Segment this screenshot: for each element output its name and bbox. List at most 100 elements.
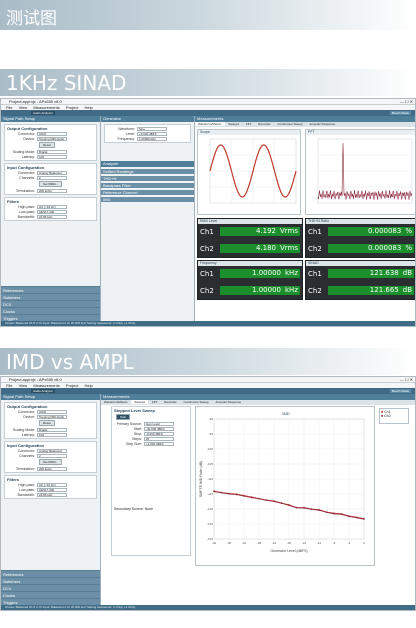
channels-select[interactable]: 2 (37, 453, 67, 458)
input-config-group: Input Configuration Connector: Analog Bal… (4, 163, 97, 195)
ch2-label: Ch2 (308, 287, 322, 295)
tab-acoustic-response[interactable]: Acoustic Response (307, 122, 339, 126)
mode-button[interactable]: Audio Analyzer (31, 389, 56, 393)
sinad-meter: SINAD Ch1 121.638 dB Ch2 121.665 dB (305, 260, 415, 300)
section-bandpass[interactable]: Bandpass Filter (101, 183, 194, 188)
x-tick-label: -32 (242, 541, 247, 545)
scaling-mode-select[interactable]: Digital (37, 427, 67, 432)
lowpass-select[interactable]: AES17-20k (37, 209, 67, 214)
waveform-select[interactable]: Sine (137, 126, 167, 131)
nav-clocks[interactable]: Clocks (1, 591, 100, 598)
stop-field[interactable]: -0.000 dBFS (144, 431, 174, 436)
x-tick-label: -12 (317, 541, 322, 545)
section-thdn[interactable]: THD+N (101, 176, 194, 181)
nav-references[interactable]: References (1, 570, 100, 577)
thdn-ch1-value: 0.000083% (328, 227, 414, 236)
start-field[interactable]: -40.000 dBFS (144, 426, 174, 431)
tab-fft[interactable]: FFT (243, 122, 255, 126)
field-label: Low-pass: (19, 209, 35, 214)
reset-button[interactable]: Reset (39, 142, 55, 148)
mode-button[interactable]: Audio Analyzer (31, 111, 56, 115)
tab-fft[interactable]: FFT (149, 400, 161, 404)
reset-button[interactable]: Reset (39, 420, 55, 426)
primary-source-select[interactable]: Gen Level (144, 421, 174, 426)
bench-mode-button[interactable]: Bench Mode (390, 389, 411, 393)
data-point-ch2 (228, 493, 230, 495)
imd-graph: IMD -130 -125 -120 -115 -110 -105 -100 -95 -90 -4… (195, 406, 375, 566)
tab-waveform-meters[interactable]: Waveform/Meters (101, 400, 131, 404)
highpass-select[interactable]: AC (<10 Hz) (37, 204, 67, 209)
steps-field[interactable]: 20 (144, 436, 174, 441)
termination-select[interactable]: 200 kohm (37, 188, 67, 193)
nav-dcx[interactable]: DCX (1, 300, 100, 307)
step-size-field[interactable]: +1.000 dBFS (144, 441, 174, 446)
section-imd[interactable]: IMD (101, 197, 194, 202)
tab-recorder[interactable]: Recorder (161, 400, 179, 404)
tab-acoustic-response[interactable]: Acoustic Response (213, 400, 245, 404)
bandwidth-field[interactable]: 22.86 kHz (37, 214, 67, 219)
input-connector-select[interactable]: Analog Balanced (37, 448, 67, 453)
window-controls[interactable]: — ☐ ✕ (400, 99, 413, 104)
tab-continuous-sweep[interactable]: Continuous Sweep (274, 122, 305, 126)
connector-select[interactable]: ASIO (37, 409, 67, 414)
measurements-area: Measurements Waveform/Meters Sweeps FFT … (195, 116, 415, 321)
tab-sweeps[interactable]: Sweeps (225, 122, 242, 126)
tab-continuous-sweep[interactable]: Continuous Sweep (180, 400, 211, 404)
bandwidth-field[interactable]: 22.86 kHz (37, 492, 67, 497)
signal-path-panel: Signal Path Setup Output Configuration C… (1, 394, 101, 605)
window-controls[interactable]: — ☐ ✕ (400, 377, 413, 382)
secondary-source[interactable]: Secondary Source: None (114, 507, 153, 511)
field-label: High-pass: (18, 204, 35, 209)
data-point-ch2 (258, 498, 260, 500)
lowpass-select[interactable]: AES17-20k (37, 487, 67, 492)
section-reference[interactable]: Reference Channel (101, 190, 194, 195)
measurement-tabs: Waveform/Meters Sweeps FFT Recorder Cont… (101, 400, 415, 405)
highpass-select[interactable]: AC (<10 Hz) (37, 482, 67, 487)
section-settled[interactable]: Settled Readings (101, 169, 194, 174)
field-label: Primary Source: (116, 421, 142, 426)
bench-mode-button[interactable]: Bench Mode (390, 111, 411, 115)
start-button[interactable]: Start (116, 414, 131, 420)
data-point-ch2 (288, 504, 290, 507)
tab-sweeps[interactable]: Sweeps (131, 400, 149, 404)
set-600-button[interactable]: Set 600Ω... (39, 181, 63, 187)
meter-title: THD+N Ratio (306, 219, 415, 224)
page-banner: 测试图 (0, 0, 416, 30)
nav-dcx[interactable]: DCX (1, 584, 100, 591)
y-tick-label: -125 (207, 522, 213, 526)
ch2-label: Ch2 (200, 287, 214, 295)
filters-group: Filters High-pass: AC (<10 Hz) Low-pass: A… (4, 197, 97, 221)
signal-path-panel: Signal Path Setup Output Configuration C… (1, 116, 101, 321)
section-banner-imd: IMD vs AMPL (0, 348, 416, 375)
channels-select[interactable]: 2 (37, 175, 67, 180)
y-tick-label: -100 (207, 447, 213, 451)
section-banner-sinad: 1KHz SINAD (0, 69, 416, 96)
tab-waveform-meters[interactable]: Waveform/Meters (195, 122, 225, 126)
device-select[interactable]: Topping D90 Audio (37, 136, 67, 141)
nav-clocks[interactable]: Clocks (1, 307, 100, 314)
latency-field[interactable]: 100 (37, 432, 67, 437)
legend-ch2[interactable]: ■ Ch2 (381, 414, 407, 418)
nav-references[interactable]: References (1, 286, 100, 293)
nav-switchers[interactable]: Switchers (1, 293, 100, 300)
panel-header: Signal Path Setup (1, 394, 100, 400)
nav-switchers[interactable]: Switchers (1, 577, 100, 584)
termination-select[interactable]: 200 kohm (37, 466, 67, 471)
frequency-field[interactable]: 1.00000 kHz (137, 136, 167, 141)
connector-select[interactable]: ASIO (37, 131, 67, 136)
nav-triggers[interactable]: Triggers (1, 598, 100, 605)
scope-graph: Scope (197, 129, 301, 215)
device-select[interactable]: Topping D90 Audio (37, 414, 67, 419)
nav-triggers[interactable]: Triggers (1, 314, 100, 321)
tab-recorder[interactable]: Recorder (255, 122, 273, 126)
field-label: Connector: (17, 131, 35, 136)
input-connector-select[interactable]: Analog Balanced (37, 170, 67, 175)
latency-field[interactable]: 100 (37, 154, 67, 159)
freq-ch1-value: 1.00000 kHz (220, 269, 300, 278)
x-tick-label: -4 (348, 541, 351, 545)
level-field[interactable]: +0.000 dBFS (137, 131, 167, 136)
set-600-button[interactable]: Set 600Ω... (39, 459, 63, 465)
scaling-mode-select[interactable]: Digital (37, 149, 67, 154)
data-point-ch2 (273, 500, 275, 503)
input-config-group: Input Configuration Connector: Analog Bal… (4, 441, 97, 473)
